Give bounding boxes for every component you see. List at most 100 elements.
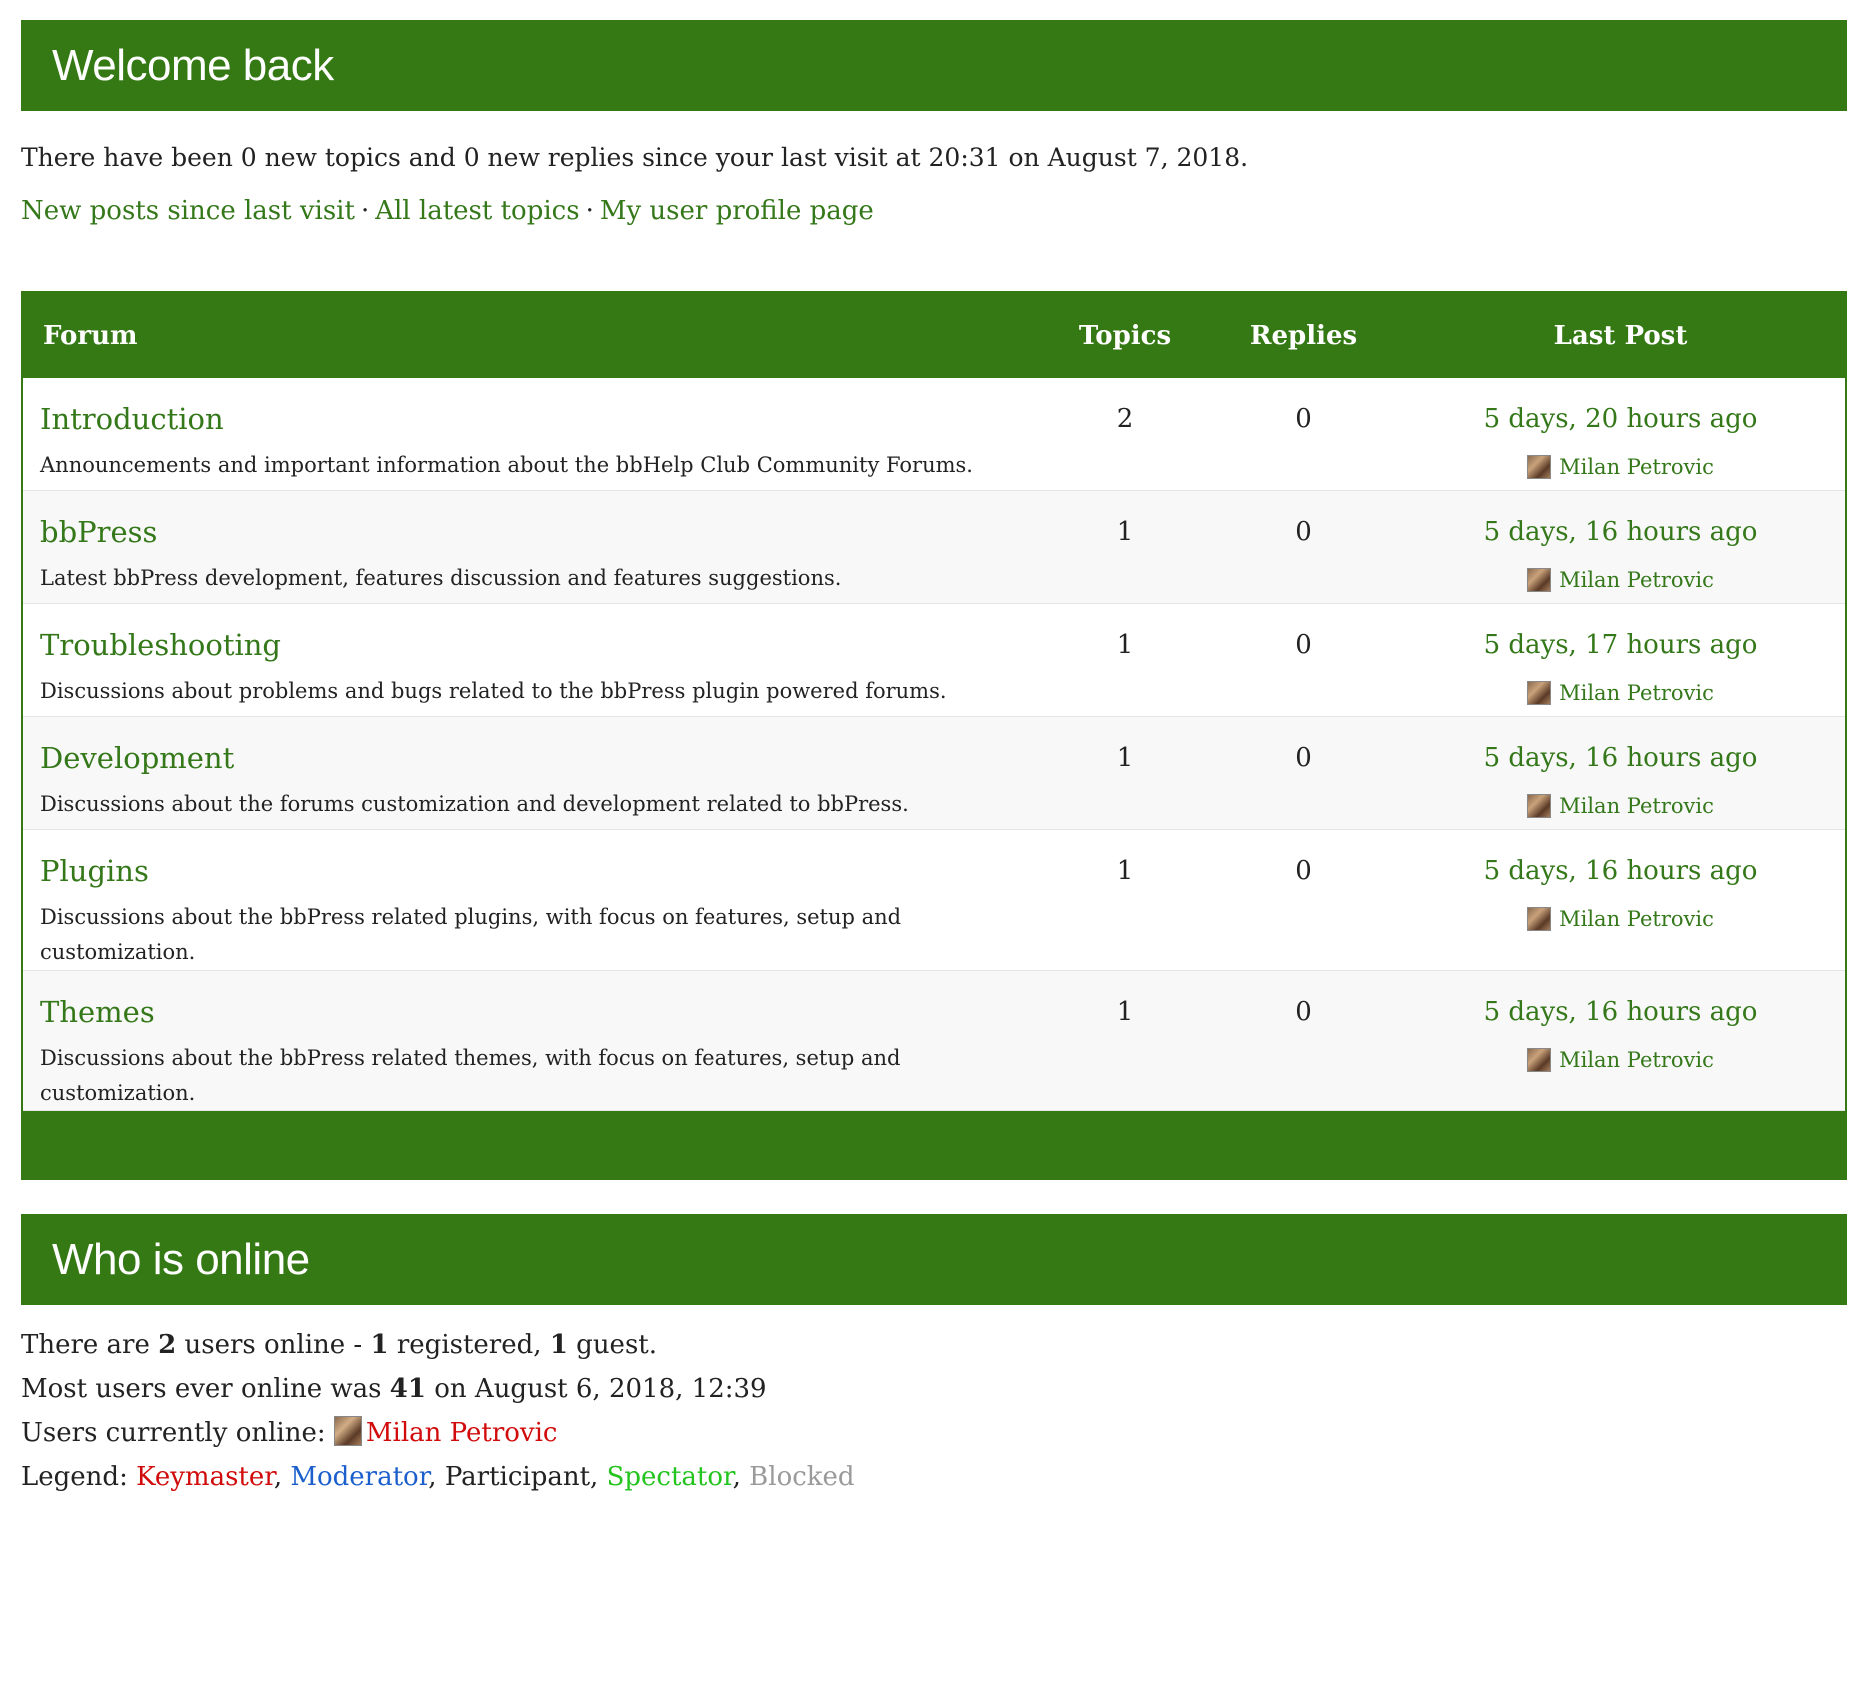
header-last-post: Last Post [1553, 320, 1688, 351]
welcome-title: Welcome back [52, 40, 334, 90]
author-name: Milan Petrovic [1559, 455, 1714, 479]
online-header: Who is online [21, 1214, 1847, 1305]
author-link[interactable]: Milan Petrovic [1527, 565, 1714, 595]
welcome-header: Welcome back [21, 20, 1847, 111]
text: Most users ever online was [21, 1374, 390, 1404]
author-name: Milan Petrovic [1559, 568, 1714, 592]
author-name: Milan Petrovic [1559, 794, 1714, 818]
legend-participant: Participant [444, 1462, 591, 1492]
forum-title-link[interactable]: Themes [40, 995, 155, 1029]
author-link[interactable]: Milan Petrovic [1527, 678, 1714, 708]
avatar-icon [333, 1416, 362, 1446]
max-users: 41 [389, 1374, 426, 1404]
header-topics: Topics [1078, 320, 1172, 351]
forum-row: Development Discussions about the forums… [23, 717, 1845, 830]
reply-count: 0 [1295, 404, 1312, 434]
reply-count: 0 [1295, 517, 1312, 547]
text: guest. [567, 1330, 658, 1360]
quick-links: New posts since last visit · All latest to… [21, 193, 1847, 229]
author-link[interactable]: Milan Petrovic [1527, 791, 1714, 821]
forum-table-footer [23, 1111, 1845, 1178]
topic-count: 1 [1116, 517, 1134, 547]
author-link[interactable]: Milan Petrovic [1527, 452, 1714, 482]
separator: , [428, 1462, 445, 1492]
avatar-icon [1527, 907, 1552, 931]
last-post-link[interactable]: 5 days, 16 hours ago [1484, 997, 1758, 1027]
separator: , [732, 1462, 750, 1492]
last-post-link[interactable]: 5 days, 17 hours ago [1484, 630, 1758, 660]
forum-table: Forum Topics Replies Last Post Introduct… [21, 291, 1847, 1180]
online-user-name: Milan Petrovic [365, 1418, 558, 1448]
last-post-link[interactable]: 5 days, 20 hours ago [1484, 404, 1758, 434]
header-forum: Forum [43, 320, 138, 351]
forum-description: Discussions about problems and bugs rela… [40, 679, 947, 703]
reply-count: 0 [1295, 630, 1312, 660]
topic-count: 1 [1116, 743, 1134, 773]
text: There are [21, 1330, 159, 1360]
max-online-line: Most users ever online was 41 on August … [21, 1371, 1847, 1407]
legend-keymaster: Keymaster [136, 1462, 274, 1492]
topic-count: 1 [1116, 997, 1134, 1027]
text: users online - [176, 1330, 371, 1360]
last-post-link[interactable]: 5 days, 16 hours ago [1484, 856, 1758, 886]
page: Welcome back There have been 0 new topic… [0, 0, 1847, 1495]
forum-row: Troubleshooting Discussions about proble… [23, 604, 1845, 717]
reply-count: 0 [1295, 856, 1312, 886]
forum-row: Introduction Announcements and important… [23, 378, 1845, 491]
forum-row: Plugins Discussions about the bbPress re… [23, 830, 1845, 971]
avatar-icon [1527, 568, 1552, 592]
reply-count: 0 [1295, 997, 1312, 1027]
legend-moderator: Moderator [290, 1462, 429, 1492]
link-separator: · [360, 196, 370, 226]
online-title: Who is online [52, 1234, 310, 1284]
topic-count: 2 [1116, 404, 1134, 434]
users-online-line: Users currently online: Milan Petrovic [21, 1415, 1847, 1451]
avatar-icon [1527, 681, 1552, 705]
guest-users: 1 [549, 1330, 568, 1360]
new-posts-link[interactable]: New posts since last visit [21, 196, 355, 226]
last-post-link[interactable]: 5 days, 16 hours ago [1484, 517, 1758, 547]
registered-users: 1 [370, 1330, 389, 1360]
legend-blocked: Blocked [749, 1462, 855, 1492]
author-link[interactable]: Milan Petrovic [1527, 1045, 1714, 1075]
forum-description: Latest bbPress development, features dis… [40, 566, 842, 590]
legend-line: Legend: Keymaster, Moderator, Participan… [21, 1459, 1847, 1495]
forum-title-link[interactable]: Troubleshooting [40, 628, 281, 662]
legend-label: Legend: [21, 1462, 137, 1492]
avatar-icon [1527, 794, 1552, 818]
last-post-link[interactable]: 5 days, 16 hours ago [1484, 743, 1758, 773]
reply-count: 0 [1295, 743, 1312, 773]
user-profile-link[interactable]: My user profile page [600, 196, 874, 226]
online-count-line: There are 2 users online - 1 registered,… [21, 1327, 1847, 1363]
forum-description: Discussions about the forums customizati… [40, 792, 909, 816]
author-name: Milan Petrovic [1559, 907, 1714, 931]
forum-title-link[interactable]: Development [40, 741, 234, 775]
text: registered, [388, 1330, 550, 1360]
topic-count: 1 [1116, 630, 1134, 660]
online-stats: There are 2 users online - 1 registered,… [21, 1327, 1847, 1495]
topic-count: 1 [1116, 856, 1134, 886]
avatar-icon [1527, 455, 1552, 479]
text: Users currently online: [21, 1418, 334, 1448]
author-link[interactable]: Milan Petrovic [1527, 904, 1714, 934]
forum-table-header: Forum Topics Replies Last Post [23, 293, 1845, 378]
all-latest-topics-link[interactable]: All latest topics [375, 196, 579, 226]
forum-description: Discussions about the bbPress related pl… [40, 905, 902, 964]
forum-title-link[interactable]: Introduction [40, 402, 224, 436]
avatar-icon [1527, 1048, 1552, 1072]
forum-description: Discussions about the bbPress related th… [40, 1046, 901, 1105]
link-separator: · [585, 196, 594, 226]
welcome-summary: There have been 0 new topics and 0 new r… [21, 143, 1249, 172]
author-name: Milan Petrovic [1559, 681, 1714, 705]
header-replies: Replies [1249, 320, 1358, 351]
legend-spectator: Spectator [606, 1462, 733, 1492]
forum-description: Announcements and important information … [40, 453, 973, 477]
forum-row: Themes Discussions about the bbPress rel… [23, 971, 1845, 1111]
forum-row: bbPress Latest bbPress development, feat… [23, 491, 1845, 604]
online-user-link[interactable]: Milan Petrovic [333, 1416, 558, 1448]
total-users: 2 [158, 1330, 177, 1360]
forum-title-link[interactable]: bbPress [40, 515, 157, 549]
separator: , [273, 1462, 291, 1492]
author-name: Milan Petrovic [1559, 1048, 1714, 1072]
forum-title-link[interactable]: Plugins [40, 854, 149, 888]
